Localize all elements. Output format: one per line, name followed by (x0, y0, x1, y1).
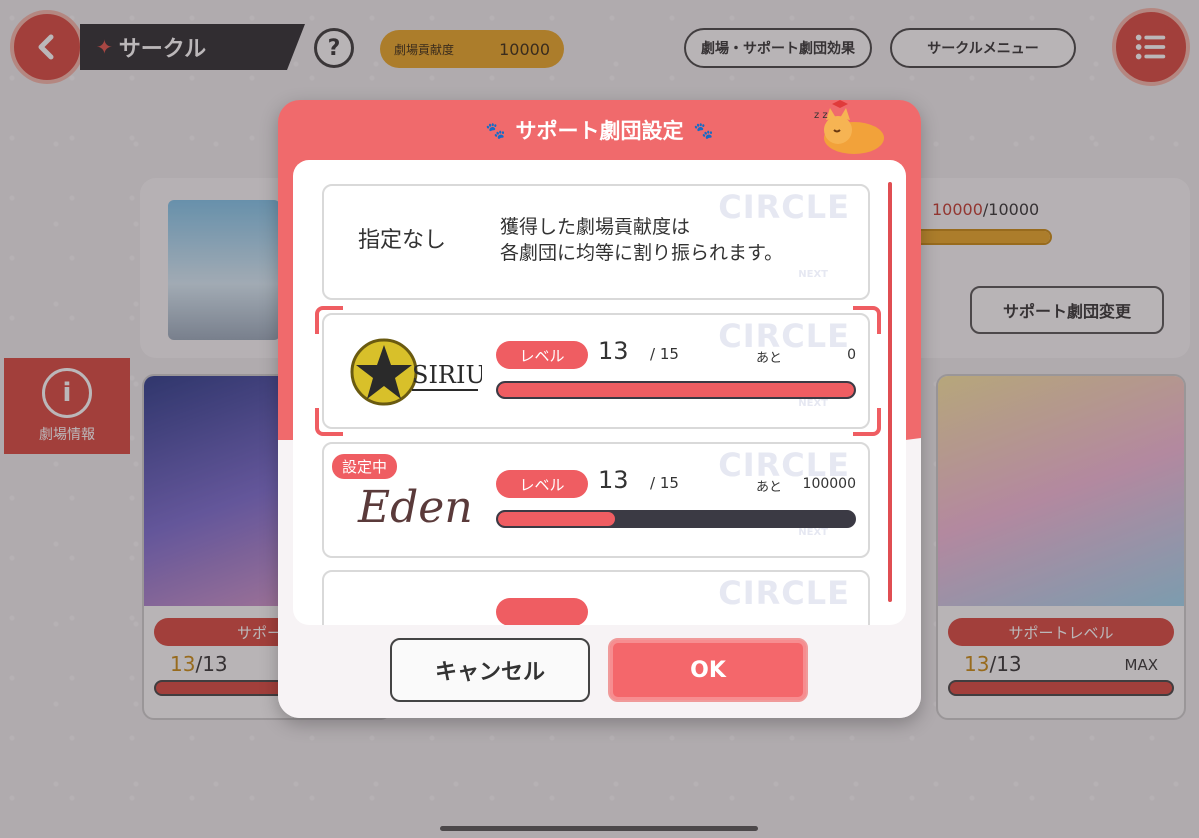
exp-progress-bar (496, 510, 856, 528)
option-eden[interactable]: CIRCLE NEXT Eden 設定中 レベル 13 / 15 あと 1000… (322, 442, 870, 558)
paw-icon: 🐾 (693, 120, 714, 140)
selection-bracket (315, 306, 343, 334)
troupe-list[interactable]: CIRCLE NEXT 指定なし 獲得した劇場貢献度は 各劇団に均等に割り振られ… (293, 160, 906, 625)
sirius-logo-icon: SIRIUS (350, 338, 482, 406)
paw-icon: 🐾 (485, 120, 506, 140)
circle-watermark: CIRCLE (718, 574, 850, 612)
sleeping-cat-mascot-icon: z z (814, 100, 884, 154)
dialog-title-text: サポート劇団設定 (515, 119, 684, 143)
none-option-description: 獲得した劇場貢献度は 各劇団に均等に割り振られます。 (500, 214, 783, 266)
eden-logo-text: Eden (357, 482, 473, 533)
option-none[interactable]: CIRCLE NEXT 指定なし 獲得した劇場貢献度は 各劇団に均等に割り振られ… (322, 184, 870, 300)
none-desc-line2: 各劇団に均等に割り振られます。 (500, 242, 784, 264)
level-number: 13 (598, 337, 629, 365)
selection-bracket (853, 408, 881, 436)
selection-bracket (853, 306, 881, 334)
none-desc-line1: 獲得した劇場貢献度は (500, 216, 691, 238)
level-badge: レベル (496, 470, 588, 498)
level-max: / 15 (650, 474, 679, 492)
support-troupe-dialog: 🐾 サポート劇団設定 🐾 z z CIRCLE NEXT 指定なし 獲得した劇場… (278, 100, 921, 718)
remaining-label: あと (756, 480, 783, 495)
next-watermark: NEXT (798, 527, 828, 538)
next-watermark: NEXT (798, 269, 828, 280)
ok-button[interactable]: OK (608, 638, 808, 702)
exp-progress-fill (498, 512, 616, 526)
level-badge (496, 598, 588, 625)
none-option-label: 指定なし (358, 228, 447, 253)
svg-text:z z: z z (814, 110, 828, 121)
option-sirius[interactable]: CIRCLE NEXT SIRIUS レベル 13 / 15 あと 0 (322, 313, 870, 429)
remaining-value: 100000 (802, 476, 856, 492)
level-number: 13 (598, 466, 629, 494)
current-setting-badge: 設定中 (332, 454, 398, 479)
remaining-value: 0 (847, 347, 856, 363)
selection-bracket (315, 408, 343, 436)
level-badge: レベル (496, 341, 588, 369)
exp-progress-bar (496, 381, 856, 399)
cancel-button[interactable]: キャンセル (390, 638, 590, 702)
circle-watermark: CIRCLE (718, 317, 850, 355)
next-watermark: NEXT (798, 398, 828, 409)
exp-progress-fill (498, 383, 854, 397)
level-max: / 15 (650, 345, 679, 363)
sirius-logo-text: SIRIUS (412, 361, 482, 389)
option-partial[interactable]: CIRCLE (322, 570, 870, 625)
remaining-label: あと (756, 351, 783, 366)
list-scrollbar[interactable] (888, 182, 892, 602)
